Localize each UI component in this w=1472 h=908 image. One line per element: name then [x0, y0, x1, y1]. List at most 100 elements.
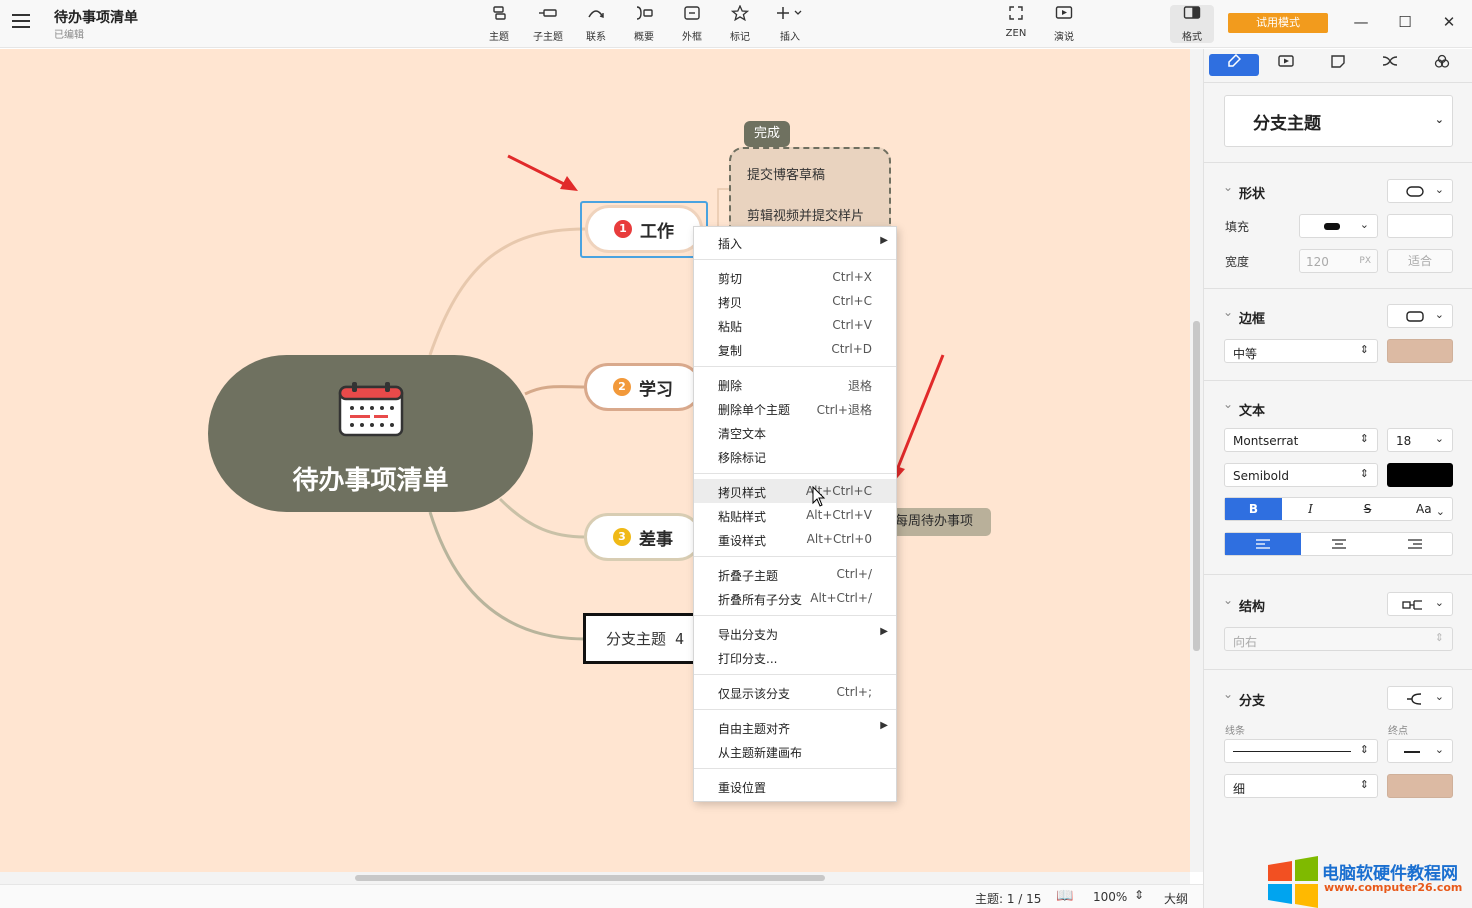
- text-case-select[interactable]: Aa ⌄: [1396, 498, 1453, 520]
- menu-delete[interactable]: 删除 退格: [694, 372, 896, 396]
- outline-button[interactable]: 大纲: [1164, 890, 1188, 907]
- maximize-button[interactable]: ☐: [1390, 10, 1420, 34]
- border-color-swatch[interactable]: [1387, 339, 1453, 363]
- text-align-group: [1224, 532, 1453, 556]
- summary-topic[interactable]: 每周待办事项: [885, 508, 991, 536]
- book-icon[interactable]: 📖: [1056, 888, 1073, 904]
- site-watermark: 电脑软硬件教程网 www.computer26.com: [1266, 853, 1472, 908]
- menu-collapse-all[interactable]: 折叠所有子分支 Alt+Ctrl+/: [694, 586, 896, 610]
- zoom-level[interactable]: 100%: [1093, 890, 1127, 904]
- trial-mode-button[interactable]: 试用模式: [1228, 13, 1328, 33]
- menu-collapse-subtopics[interactable]: 折叠子主题 Ctrl+/: [694, 562, 896, 586]
- tab-theme[interactable]: [1417, 54, 1467, 76]
- priority-3-icon: 3: [613, 528, 631, 546]
- line-style-select[interactable]: ⇕: [1224, 739, 1378, 763]
- marker-tool-button[interactable]: 标记: [718, 4, 762, 43]
- font-weight-select[interactable]: Semibold ⇕: [1224, 463, 1378, 487]
- tab-slides[interactable]: [1261, 54, 1311, 76]
- fill-color-select[interactable]: ⌄: [1299, 214, 1378, 238]
- width-input[interactable]: 120 PX: [1299, 249, 1378, 273]
- boundary-tool-button[interactable]: 外框: [670, 5, 714, 43]
- subtopic-blog-draft[interactable]: 提交博客草稿: [747, 164, 825, 183]
- topic-study[interactable]: 2 学习: [584, 363, 702, 411]
- horizontal-scroll-thumb[interactable]: [355, 875, 825, 881]
- brush-icon: [1228, 53, 1242, 67]
- horizontal-scrollbar[interactable]: [0, 872, 1190, 884]
- relationship-tool-button[interactable]: 联系: [574, 5, 618, 43]
- section-structure[interactable]: 结构: [1223, 593, 1265, 615]
- bold-button[interactable]: B: [1225, 498, 1282, 520]
- menu-copy-style[interactable]: 拷贝样式 Alt+Ctrl+C: [694, 479, 896, 503]
- insert-tool-button[interactable]: 插入: [768, 5, 812, 43]
- menu-print-branch[interactable]: 打印分支...: [694, 645, 896, 669]
- menu-paste-style[interactable]: 粘贴样式 Alt+Ctrl+V: [694, 503, 896, 527]
- italic-button[interactable]: I: [1282, 498, 1339, 520]
- border-shape-select[interactable]: ⌄: [1387, 304, 1453, 328]
- font-size-select[interactable]: 18 ⌄: [1387, 428, 1453, 452]
- menu-duplicate[interactable]: 复制 Ctrl+D: [694, 337, 896, 361]
- summary-tool-button[interactable]: 概要: [622, 5, 666, 43]
- zoom-stepper-icon[interactable]: ⇕: [1134, 888, 1144, 902]
- style-select[interactable]: 分支主题 ⌄: [1224, 95, 1453, 147]
- branch-lines: [428, 188, 729, 641]
- close-button[interactable]: ✕: [1434, 10, 1464, 34]
- direction-select[interactable]: 向右 ⇕: [1224, 627, 1453, 651]
- menu-free-align[interactable]: 自由主题对齐 ▶: [694, 715, 896, 739]
- tab-style[interactable]: [1209, 53, 1259, 76]
- section-branch[interactable]: 分支: [1223, 687, 1265, 709]
- menu-clear-text[interactable]: 清空文本: [694, 420, 896, 444]
- mindmap-canvas[interactable]: 待办事项清单 1 工作 2 学习 3 差事 分支主题 4 完成 提交博客草稿 剪…: [0, 49, 1190, 872]
- boundary-label[interactable]: 完成: [744, 121, 790, 147]
- menu-remove-marker[interactable]: 移除标记: [694, 444, 896, 468]
- present-button[interactable]: 演说: [1042, 5, 1086, 43]
- fill-color-swatch[interactable]: [1387, 214, 1453, 238]
- text-color-swatch[interactable]: [1387, 463, 1453, 487]
- vertical-scroll-thumb[interactable]: [1193, 321, 1200, 651]
- menu-export-branch[interactable]: 导出分支为 ▶: [694, 621, 896, 645]
- align-center-button[interactable]: [1301, 533, 1377, 555]
- branch-style-select[interactable]: ⌄: [1387, 686, 1453, 710]
- tab-structure[interactable]: [1365, 54, 1415, 76]
- font-family-select[interactable]: Montserrat ⇕: [1224, 428, 1378, 452]
- menu-reset-position[interactable]: 重设位置: [694, 774, 896, 798]
- menu-reset-style[interactable]: 重设样式 Alt+Ctrl+0: [694, 527, 896, 551]
- fit-button[interactable]: 适合: [1387, 249, 1453, 273]
- menu-icon[interactable]: [12, 14, 30, 30]
- structure-select[interactable]: ⌄: [1387, 592, 1453, 616]
- section-text[interactable]: 文本: [1223, 397, 1265, 419]
- branch-color-swatch[interactable]: [1387, 774, 1453, 798]
- marker-icon: [718, 4, 762, 27]
- subtopic-video-edit[interactable]: 剪辑视频并提交样片: [747, 205, 864, 224]
- border-weight-select[interactable]: 中等 ⇕: [1224, 339, 1378, 363]
- topic-tool-button[interactable]: 主题: [477, 5, 521, 43]
- line-end-select[interactable]: ⌄: [1387, 739, 1453, 763]
- chevron-down-icon: ⌄: [1434, 690, 1444, 703]
- central-topic[interactable]: 待办事项清单: [208, 355, 533, 512]
- topic-branch-4[interactable]: 分支主题 4: [583, 613, 698, 664]
- menu-delete-single[interactable]: 删除单个主题 Ctrl+退格: [694, 396, 896, 420]
- line-thickness-select[interactable]: 细 ⇕: [1224, 774, 1378, 798]
- subtopic-tool-button[interactable]: 子主题: [526, 5, 570, 43]
- vertical-scrollbar[interactable]: [1190, 49, 1203, 872]
- menu-show-only-branch[interactable]: 仅显示该分支 Ctrl+;: [694, 680, 896, 704]
- topic-errands[interactable]: 3 差事: [584, 513, 702, 561]
- zen-mode-button[interactable]: ZEN: [994, 5, 1038, 39]
- align-left-button[interactable]: [1225, 533, 1301, 555]
- text-format-group: B I S Aa ⌄: [1224, 497, 1453, 521]
- menu-copy[interactable]: 拷贝 Ctrl+C: [694, 289, 896, 313]
- tab-notes[interactable]: [1313, 54, 1363, 76]
- submenu-arrow-icon: ▶: [880, 235, 888, 246]
- menu-paste[interactable]: 粘贴 Ctrl+V: [694, 313, 896, 337]
- align-right-button[interactable]: [1377, 533, 1453, 555]
- format-panel-button[interactable]: 格式: [1170, 5, 1214, 43]
- menu-cut[interactable]: 剪切 Ctrl+X: [694, 265, 896, 289]
- line-label: 线条: [1225, 726, 1245, 737]
- strikethrough-button[interactable]: S: [1339, 498, 1396, 520]
- topic-work[interactable]: 1 工作: [585, 205, 703, 253]
- menu-insert[interactable]: 插入 ▶: [694, 230, 896, 254]
- section-shape[interactable]: 形状: [1223, 180, 1265, 202]
- menu-new-sheet[interactable]: 从主题新建画布: [694, 739, 896, 763]
- section-border[interactable]: 边框: [1223, 305, 1265, 327]
- shape-select[interactable]: ⌄: [1387, 179, 1453, 203]
- minimize-button[interactable]: —: [1346, 10, 1376, 34]
